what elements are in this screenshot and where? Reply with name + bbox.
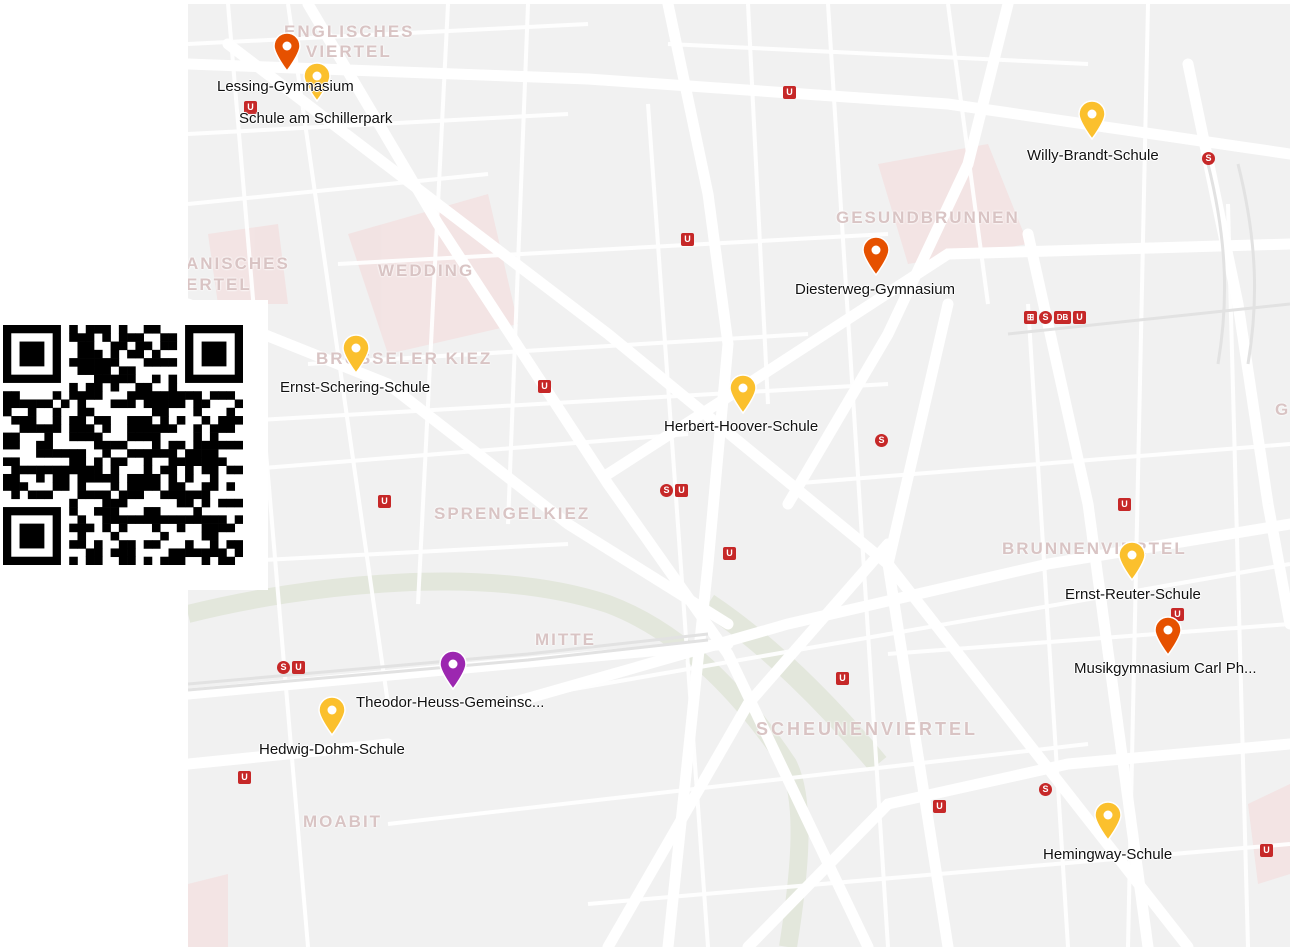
school-marker[interactable] xyxy=(272,32,302,72)
interchange-station-icon[interactable]: ⊞ S DB U xyxy=(1024,311,1086,324)
school-marker[interactable] xyxy=(341,334,371,374)
s-bahn-station-icon[interactable]: S xyxy=(875,434,888,447)
district-label: G xyxy=(1275,400,1290,419)
u-bahn-station-icon[interactable]: U xyxy=(933,800,946,813)
u-bahn-station-icon[interactable]: U xyxy=(681,233,694,246)
marker-label: Ernst-Schering-Schule xyxy=(280,379,431,396)
marker-label: Musikgymnasium Carl Ph... xyxy=(1074,660,1257,677)
marker-label: Lessing-Gymnasium xyxy=(217,78,354,95)
u-bahn-station-icon[interactable]: U xyxy=(836,672,849,685)
marker-label: Hemingway-Schule xyxy=(1043,846,1173,863)
school-marker[interactable] xyxy=(1153,616,1183,656)
district-label: MOABIT xyxy=(303,812,383,831)
district-label: ENGLISCHES xyxy=(284,22,415,41)
district-label: ERTEL xyxy=(188,275,252,294)
tram-icon: ⊞ xyxy=(1024,311,1037,324)
school-marker[interactable] xyxy=(1093,801,1123,841)
u-bahn-station-icon[interactable]: U xyxy=(1260,844,1273,857)
marker-label: Schule am Schillerpark xyxy=(239,110,393,127)
district-label: SPRENGELKIEZ xyxy=(434,504,591,523)
marker-label: Theodor-Heuss-Gemeinsc... xyxy=(356,694,545,711)
interchange-station-icon[interactable]: S U xyxy=(660,484,688,497)
u-bahn-station-icon[interactable]: U xyxy=(723,547,736,560)
map-area[interactable]: ENGLISCHES VIERTEL ANISCHES ERTEL WEDDIN… xyxy=(188,4,1290,947)
marker-label: Herbert-Hoover-Schule xyxy=(664,418,819,435)
school-marker[interactable] xyxy=(1117,541,1147,581)
district-label: BRUNNENVIERTEL xyxy=(1002,539,1187,558)
u-bahn-station-icon[interactable]: U xyxy=(783,86,796,99)
map-roads xyxy=(188,4,1290,947)
school-marker[interactable] xyxy=(728,374,758,414)
marker-label: Ernst-Reuter-Schule xyxy=(1065,586,1201,603)
school-marker[interactable] xyxy=(317,696,347,736)
u-bahn-station-icon[interactable]: U xyxy=(378,495,391,508)
interchange-station-icon[interactable]: S U xyxy=(277,661,305,674)
school-marker[interactable] xyxy=(1077,100,1107,140)
qr-code-icon[interactable] xyxy=(3,325,243,565)
s-bahn-station-icon[interactable]: S xyxy=(1039,783,1052,796)
marker-label: Hedwig-Dohm-Schule xyxy=(259,741,405,758)
school-marker[interactable] xyxy=(438,650,468,690)
district-label: SCHEUNENVIERTEL xyxy=(756,719,979,739)
marker-label: Willy-Brandt-Schule xyxy=(1027,147,1159,164)
u-bahn-station-icon[interactable]: U xyxy=(238,771,251,784)
marker-label: Diesterweg-Gymnasium xyxy=(795,281,956,298)
district-label: VIERTEL xyxy=(306,42,392,61)
district-label: GESUNDBRUNNEN xyxy=(836,208,1020,227)
district-label: MITTE xyxy=(535,630,596,649)
u-bahn-station-icon[interactable]: U xyxy=(1118,498,1131,511)
s-bahn-station-icon[interactable]: S xyxy=(1202,152,1215,165)
district-label: WEDDING xyxy=(378,261,475,280)
district-label: ANISCHES xyxy=(188,254,290,273)
school-marker[interactable] xyxy=(861,236,891,276)
u-bahn-station-icon[interactable]: U xyxy=(538,380,551,393)
